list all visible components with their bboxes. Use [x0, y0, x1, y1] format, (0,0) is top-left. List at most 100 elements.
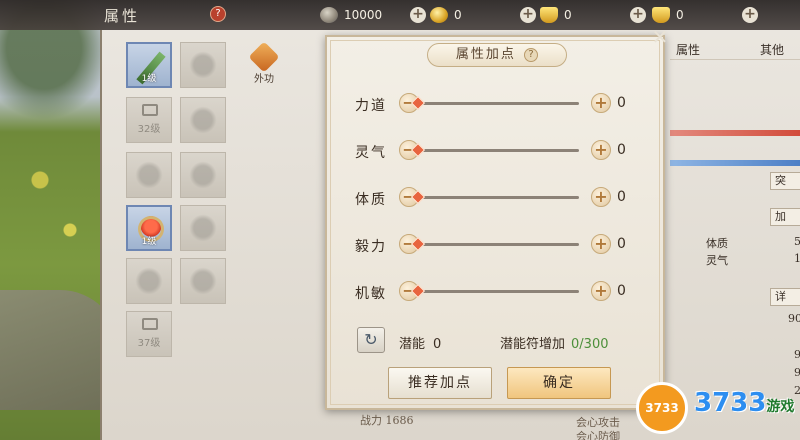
detail-button[interactable]: 详 — [770, 288, 800, 306]
attribute-slider[interactable] — [410, 283, 579, 299]
breakthrough-button[interactable]: 突 — [770, 172, 800, 190]
gold-coin-icon — [430, 7, 448, 23]
add-currency-button[interactable]: + — [520, 7, 536, 23]
equip-slot-hat[interactable] — [180, 42, 226, 88]
slot-level: 1级 — [141, 74, 157, 84]
increase-button[interactable]: + — [591, 187, 611, 207]
potential-label: 潜能 — [399, 337, 426, 352]
add-point-button[interactable]: 加 — [770, 208, 800, 226]
watermark-badge: 3733 — [636, 382, 688, 434]
unlock-level: 37级 — [137, 338, 161, 349]
bracelet-icon — [187, 212, 219, 244]
stat-physique-label: 体质 — [706, 237, 728, 250]
stat-value: 5 — [794, 235, 800, 248]
equip-slot-armor[interactable] — [180, 97, 226, 143]
help-icon[interactable]: ? — [524, 48, 539, 62]
attribute-points-dialog: 属性加点 ? ✕ 力道 − +0 灵气 − +0 体质 − +0 毅力 − +0 机敏 − +0 ↻ 潜能 0… — [325, 27, 668, 410]
belt-icon — [187, 265, 219, 297]
attribute-label: 机敏 — [355, 286, 387, 302]
attribute-slider[interactable] — [410, 142, 579, 158]
gloves-icon — [133, 159, 165, 191]
attribute-row: 力道 − +0 — [355, 92, 655, 116]
attribute-row: 体质 − +0 — [355, 186, 655, 210]
attribute-row: 毅力 − +0 — [355, 233, 655, 257]
equip-slot-ring[interactable]: 1级 — [126, 205, 172, 251]
currency-value: 10000 — [344, 8, 383, 22]
increase-button[interactable]: + — [591, 234, 611, 254]
equip-slot-boots[interactable] — [126, 258, 172, 304]
potential-talisman-display: 潜能符增加 0/300 — [500, 333, 608, 352]
equip-slot-pendant[interactable] — [180, 152, 226, 198]
potential-add-label: 潜能符增加 — [500, 337, 566, 352]
attribute-label: 毅力 — [355, 239, 387, 255]
attribute-label: 体质 — [355, 192, 387, 208]
attribute-value: 0 — [617, 142, 626, 158]
currency-gold: 0 + — [430, 4, 542, 26]
gold-ingot-icon — [540, 7, 558, 23]
attribute-slider[interactable] — [410, 189, 579, 205]
hp-bar — [670, 130, 800, 136]
skill-waigong[interactable]: 外功 — [244, 41, 284, 85]
increase-button[interactable]: + — [591, 140, 611, 160]
watermark-number: 3733 — [694, 388, 767, 418]
armor-icon — [187, 104, 219, 136]
watermark-cn: 游戏 — [766, 399, 795, 415]
recommend-points-button[interactable]: 推荐加点 — [388, 367, 492, 399]
attribute-value: 0 — [617, 283, 626, 299]
lock-icon — [142, 104, 158, 116]
potential-value: 0 — [433, 337, 442, 352]
skill-icon — [248, 41, 280, 73]
attribute-value: 0 — [617, 95, 626, 111]
close-icon[interactable]: ✕ — [649, 27, 671, 49]
unlock-level: 32级 — [137, 124, 161, 135]
equip-slot-gloves[interactable] — [126, 152, 172, 198]
attribute-label: 力道 — [355, 98, 387, 114]
top-bar: 属性 ? 10000 + 0 + 0 + 0 + — [0, 0, 800, 30]
attribute-slider[interactable] — [410, 236, 579, 252]
lock-icon — [142, 318, 158, 330]
currency-silver: 10000 + — [320, 4, 432, 26]
currency-gold-ingot: 0 + — [540, 4, 652, 26]
equip-slot-locked-1[interactable]: 32级 — [126, 97, 172, 143]
reset-icon[interactable]: ↻ — [357, 327, 385, 353]
mp-bar — [670, 160, 800, 166]
help-icon[interactable]: ? — [210, 6, 226, 22]
boots-icon — [133, 265, 165, 297]
equip-slot-weapon[interactable]: 1级 — [126, 42, 172, 88]
site-watermark: 3733 3733游戏 — [632, 376, 800, 440]
currency-value: 0 — [564, 8, 572, 22]
tab-other[interactable]: 其他 — [760, 41, 784, 58]
attribute-row: 灵气 − +0 — [355, 139, 655, 163]
equip-slot-bracelet[interactable] — [180, 205, 226, 251]
tab-attributes[interactable]: 属性 — [676, 41, 700, 58]
currency-ingot: 0 + — [652, 4, 764, 26]
currency-value: 0 — [454, 8, 462, 22]
currency-value: 0 — [676, 8, 684, 22]
page-title: 属性 — [104, 6, 141, 25]
watermark-text: 3733游戏 — [694, 388, 794, 418]
potential-display: 潜能 0 — [399, 333, 441, 352]
stat-value: 9 — [794, 348, 800, 361]
attribute-label: 灵气 — [355, 145, 387, 161]
hat-icon — [187, 49, 219, 81]
dialog-title: 属性加点 ? — [427, 43, 567, 67]
crit-defense-label: 会心防御 — [576, 430, 620, 440]
add-currency-button[interactable]: + — [630, 7, 646, 23]
equip-slot-locked-2[interactable]: 37级 — [126, 311, 172, 357]
stat-spirit-label: 灵气 — [706, 254, 728, 267]
confirm-button[interactable]: 确定 — [507, 367, 611, 399]
increase-button[interactable]: + — [591, 281, 611, 301]
equip-slot-belt[interactable] — [180, 258, 226, 304]
increase-button[interactable]: + — [591, 93, 611, 113]
silver-coin-icon — [320, 7, 338, 23]
stat-value: 1 — [794, 252, 800, 265]
dialog-title-text: 属性加点 — [455, 47, 516, 62]
stats-tab-header: 属性 其他 — [670, 38, 800, 60]
attribute-value: 0 — [617, 236, 626, 252]
combat-power: 战力 1686 — [360, 414, 414, 427]
pendant-icon — [187, 159, 219, 191]
stat-value: 90 — [788, 312, 800, 325]
add-currency-button[interactable]: + — [742, 7, 758, 23]
attribute-slider[interactable] — [410, 95, 579, 111]
add-currency-button[interactable]: + — [410, 7, 426, 23]
